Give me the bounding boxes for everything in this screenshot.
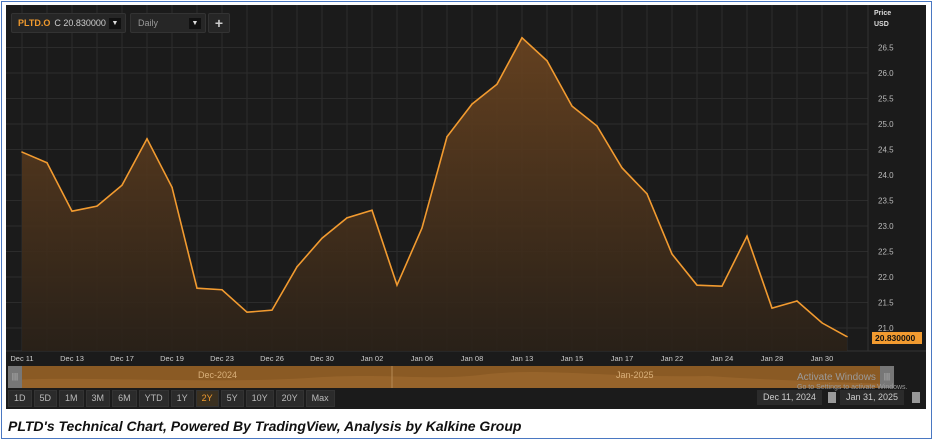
navigator-month-dec: Dec-2024 (198, 370, 238, 380)
chevron-down-icon: ▼ (189, 17, 201, 29)
range-button-5y[interactable]: 5Y (220, 390, 244, 407)
y-tick-label: 24.5 (878, 146, 894, 155)
y-tick-label: 23.5 (878, 197, 894, 206)
range-buttons: 1D 5D 1M 3M 6M YTD 1Y 2Y 5Y 10Y 20Y Max (8, 390, 335, 407)
y-tick-label: 24.0 (878, 171, 894, 180)
range-button-1m[interactable]: 1M (59, 390, 84, 407)
x-tick-label: Dec 23 (210, 354, 234, 363)
range-button-5d[interactable]: 5D (33, 390, 58, 407)
calendar-icon[interactable] (828, 392, 836, 403)
range-button-2y[interactable]: 2Y (195, 390, 219, 407)
x-tick-label: Jan 06 (411, 354, 434, 363)
y-tick-label: 22.0 (878, 273, 894, 282)
activate-windows-title: Activate Windows (797, 372, 876, 383)
chart-panel: 21.0 21.5 22.0 22.5 23.0 23.5 24.0 24.5 25.0 25.5… (6, 5, 926, 409)
y-tick-label: 23.0 (878, 222, 894, 231)
chart-caption: PLTD's Technical Chart, Powered By Tradi… (8, 418, 522, 434)
x-tick-label: Jan 24 (711, 354, 734, 363)
y-tick-label: 25.5 (878, 95, 894, 104)
x-tick-label: Jan 02 (361, 354, 384, 363)
range-button-1d[interactable]: 1D (8, 390, 32, 407)
range-button-ytd[interactable]: YTD (138, 390, 169, 407)
x-tick-label: Dec 13 (60, 354, 84, 363)
range-navigator[interactable]: ||| ||| Dec-2024 Jan-2025 (8, 366, 894, 388)
interval-select[interactable]: Daily ▼ (130, 13, 206, 33)
currency-label: USD (874, 21, 889, 28)
price-axis-title: Price (874, 10, 891, 17)
x-tick-label: Jan 30 (811, 354, 834, 363)
price-area (22, 37, 847, 352)
range-button-1y[interactable]: 1Y (170, 390, 194, 407)
add-indicator-button[interactable]: + (208, 13, 230, 33)
interval-label: Daily (138, 18, 159, 28)
y-tick-label: 22.5 (878, 248, 894, 257)
chevron-down-icon: ▼ (109, 17, 121, 29)
navigator-left-handle[interactable]: ||| (8, 366, 22, 388)
navigator-month-jan: Jan-2025 (616, 370, 654, 380)
x-tick-label: Dec 11 (10, 354, 33, 363)
y-tick-label: 21.0 (878, 324, 894, 333)
range-button-10y[interactable]: 10Y (245, 390, 274, 407)
range-button-20y[interactable]: 20Y (275, 390, 304, 407)
x-tick-label: Dec 19 (160, 354, 184, 363)
x-tick-label: Dec 17 (110, 354, 134, 363)
date-from-field[interactable]: Dec 11, 2024 (757, 390, 822, 405)
x-tick-label: Dec 30 (310, 354, 334, 363)
y-tick-label: 25.0 (878, 120, 894, 129)
x-tick-label: Jan 15 (561, 354, 584, 363)
y-tick-label: 26.0 (878, 69, 894, 78)
x-tick-label: Dec 26 (260, 354, 284, 363)
y-tick-label: 21.5 (878, 299, 894, 308)
x-tick-label: Jan 17 (611, 354, 634, 363)
x-tick-label: Jan 28 (761, 354, 784, 363)
y-tick-label: 26.5 (878, 44, 894, 53)
price-chart: 21.0 21.5 22.0 22.5 23.0 23.5 24.0 24.5 25.0 25.5… (6, 5, 926, 363)
last-price-label: 20.830000 (875, 333, 915, 343)
close-price-label: C 20.830000 (54, 18, 106, 28)
date-to-field[interactable]: Jan 31, 2025 (840, 390, 905, 405)
symbol-label: PLTD.O (18, 18, 51, 28)
range-button-max[interactable]: Max (305, 390, 335, 407)
calendar-icon[interactable] (912, 392, 920, 403)
x-tick-label: Jan 08 (461, 354, 484, 363)
symbol-selector[interactable]: PLTD.O C 20.830000 ▼ (11, 13, 126, 33)
x-tick-label: Jan 13 (511, 354, 534, 363)
range-button-6m[interactable]: 6M (112, 390, 137, 407)
range-button-3m[interactable]: 3M (85, 390, 111, 407)
x-tick-label: Jan 22 (661, 354, 684, 363)
